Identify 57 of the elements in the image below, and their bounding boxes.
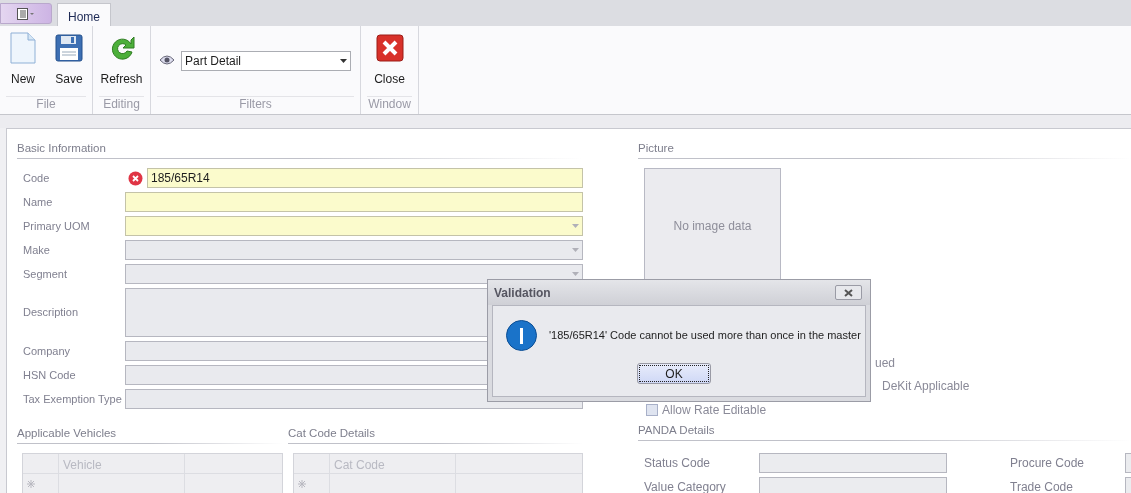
- section-title: Basic Information: [17, 141, 106, 155]
- group-label: Window: [368, 97, 411, 113]
- input-field[interactable]: [759, 453, 947, 473]
- section-title: Picture: [638, 141, 674, 155]
- field-label: Procure Code: [1010, 455, 1086, 472]
- group-label: Filters: [239, 97, 272, 113]
- eye-icon: [159, 55, 175, 65]
- checkbox[interactable]: [646, 404, 658, 416]
- dropdown-arrow-icon: [572, 248, 579, 252]
- ribbon-tab[interactable]: Home: [57, 3, 111, 26]
- checkbox-label[interactable]: Allow Rate Editable: [662, 401, 767, 419]
- close-button[interactable]: [835, 285, 862, 300]
- field-label: HSN Code: [22, 367, 77, 383]
- ribbon-button[interactable]: New: [3, 32, 43, 88]
- ribbon-button[interactable]: Close: [369, 32, 410, 88]
- ribbon-button[interactable]: Save: [49, 32, 89, 88]
- close-icon: [844, 288, 853, 297]
- input-field[interactable]: [759, 477, 947, 493]
- section-title: Applicable Vehicles: [17, 426, 117, 440]
- field-label: Primary UOM: [22, 218, 91, 234]
- field-label: Name: [22, 194, 54, 210]
- field-label: Description: [22, 305, 80, 321]
- empty-picture-text: No image data: [673, 218, 752, 235]
- checkbox-label[interactable]: ued: [875, 354, 896, 372]
- group-label: Editing: [103, 97, 140, 113]
- field-label: Status Code: [644, 455, 712, 472]
- document-icon: [10, 32, 36, 64]
- field-label: Segment: [22, 266, 69, 282]
- filter-dropdown[interactable]: Part Detail: [181, 51, 351, 71]
- section-title: PANDA Details: [638, 423, 715, 437]
- dropdown-field[interactable]: [125, 216, 583, 236]
- section-title: Cat Code Details: [288, 426, 375, 440]
- dropdown-arrow-icon: [340, 59, 347, 63]
- info-icon: [506, 320, 537, 351]
- ribbon-button[interactable]: Refresh: [101, 32, 142, 88]
- group-label: File: [36, 97, 56, 113]
- application-menu-button[interactable]: [0, 3, 52, 24]
- dropdown-arrow-icon: [572, 224, 579, 228]
- field-label: Tax Exemption Type: [22, 391, 123, 407]
- field-label: Make: [22, 242, 51, 258]
- checkbox-label[interactable]: DeKit Applicable: [882, 377, 970, 395]
- ok-button[interactable]: OK: [637, 363, 711, 384]
- dropdown-field[interactable]: [125, 264, 583, 284]
- new-row-icon: [27, 480, 35, 488]
- input-field[interactable]: 185/65R14: [147, 168, 583, 188]
- field-label: Trade Code: [1010, 479, 1074, 493]
- close-icon: [375, 34, 404, 62]
- field-label: Code: [22, 170, 51, 186]
- list-icon: [17, 7, 35, 20]
- dropdown-arrow-icon: [572, 272, 579, 276]
- dialog-message: '185/65R14' Code cannot be used more than once in the master: [549, 328, 861, 344]
- field-label: Value Category: [644, 479, 727, 493]
- field-label: Company: [22, 343, 72, 359]
- new-row-icon: [298, 480, 306, 488]
- input-field[interactable]: [125, 192, 583, 212]
- dialog-title: Validation: [494, 284, 551, 302]
- dropdown-field[interactable]: [125, 240, 583, 260]
